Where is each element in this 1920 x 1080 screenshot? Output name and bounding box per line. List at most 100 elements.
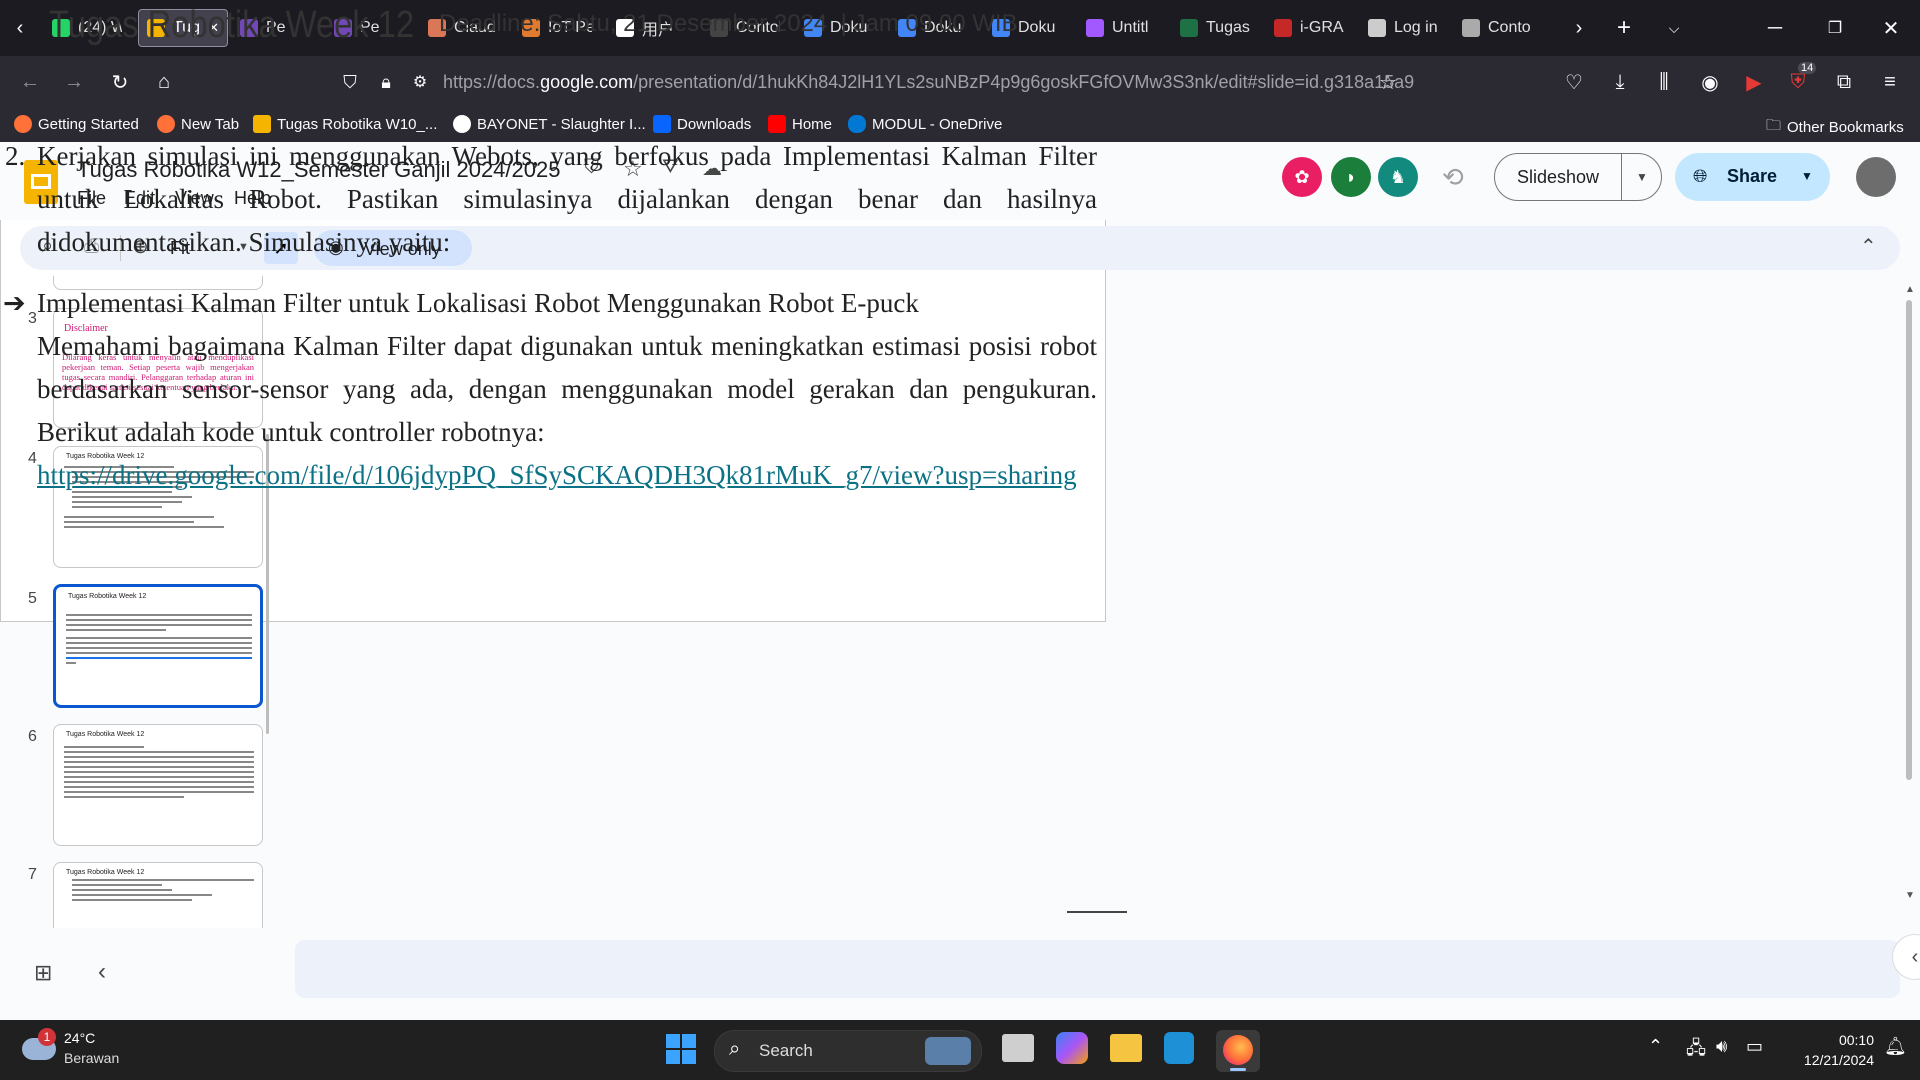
permissions-icon[interactable]: ⚙ (406, 68, 434, 96)
bookmark-home[interactable]: Home (768, 115, 832, 133)
collaborator-avatar-3[interactable]: ♞ (1378, 157, 1418, 197)
slide-heading: Tugas Robotika Week 12 (49, 4, 415, 46)
browser-tab[interactable]: Log in (1360, 9, 1446, 47)
bookmark-downloads[interactable]: Downloads (653, 115, 751, 133)
globe-icon: 🌐︎ (1693, 166, 1708, 186)
slide-number-4: 4 (28, 450, 37, 467)
browser-tab-label: Untitl (1112, 19, 1149, 36)
url-prefix: https://docs. (443, 71, 541, 92)
search-icon: ⌕ (729, 1038, 741, 1060)
slideshow-button[interactable]: Slideshow (1495, 154, 1622, 200)
telegram-app-icon[interactable] (1164, 1032, 1194, 1064)
speaker-notes-panel[interactable] (295, 940, 1900, 998)
slide-thumbnail-7[interactable]: Tugas Robotika Week 12 (53, 862, 263, 928)
library-icon[interactable]: ⫼ (1650, 68, 1678, 96)
network-icon[interactable]: 🖧︎ (1686, 1036, 1706, 1066)
taskbar-search-box[interactable]: ⌕ Search (714, 1030, 982, 1072)
weather-desc[interactable]: Berawan (64, 1050, 119, 1066)
show-hidden-icons[interactable]: ⌃ (1648, 1036, 1663, 1057)
clock-time[interactable]: 00:10 (1784, 1032, 1874, 1048)
weather-temp[interactable]: 24°C (64, 1030, 95, 1046)
list-all-tabs-icon[interactable]: ⌵ (1660, 14, 1688, 42)
battery-icon[interactable]: ▭ (1746, 1036, 1763, 1057)
chatgpt-icon (1462, 19, 1480, 37)
back-icon[interactable]: ← (16, 68, 44, 96)
close-window-icon[interactable]: ✕ (1876, 14, 1906, 42)
bookmark-getting-started[interactable]: Getting Started (14, 115, 139, 133)
igracias-icon (1274, 19, 1292, 37)
maximize-icon[interactable]: ❐ (1820, 14, 1850, 42)
file-explorer-icon[interactable] (1110, 1034, 1142, 1062)
tabs-scroll-right-icon[interactable]: › (1565, 14, 1593, 42)
list-number: 2. (5, 141, 26, 171)
browser-tab-label: Log in (1394, 19, 1438, 36)
resize-handle[interactable] (1067, 911, 1127, 913)
slideshow-dropdown-icon[interactable]: ▼ (1623, 154, 1661, 200)
scrollbar-thumb[interactable] (1906, 300, 1912, 780)
address-bar[interactable]: https://docs. google.com/presentation/d/1… (443, 64, 1513, 100)
bullet-description: Memahami bagaimana Kalman Filter dapat d… (37, 331, 1097, 447)
thumb-title: Tugas Robotika Week 12 (66, 731, 145, 738)
bullet-title: Implementasi Kalman Filter untuk Lokalis… (37, 288, 919, 318)
figma-icon (1086, 19, 1104, 37)
firefox-icon (1223, 1035, 1253, 1065)
collapse-toolbar-icon[interactable]: ⌃ (1860, 234, 1877, 259)
clock-date[interactable]: 12/21/2024 (1784, 1052, 1874, 1068)
minimize-icon[interactable]: ─ (1760, 14, 1790, 42)
folder-icon: 🗀 (1766, 117, 1782, 134)
browser-tab-label: Conto (1488, 19, 1531, 36)
controller-code-link[interactable]: https://drive.google.com/file/d/106jdypP… (37, 454, 1077, 497)
volume-icon[interactable]: 🔊︎ (1716, 1036, 1727, 1057)
collapse-filmstrip-icon[interactable]: ‹ (98, 958, 106, 986)
user-avatar[interactable] (1856, 157, 1896, 197)
share-button[interactable]: Share (1727, 166, 1777, 187)
menu-icon[interactable]: ≡ (1876, 68, 1904, 96)
other-bookmarks[interactable]: 🗀 Other Bookmarks (1766, 115, 1904, 140)
slide-thumbnail-6[interactable]: Tugas Robotika Week 12 (53, 724, 263, 846)
browser-tab-label: Doku (1018, 19, 1056, 36)
bookmark-tugas-robotika[interactable]: Tugas Robotika W10_... (253, 115, 437, 133)
task-view-icon[interactable] (1002, 1034, 1034, 1062)
github-icon (1368, 19, 1386, 37)
reload-icon[interactable]: ↻ (106, 68, 134, 96)
firefox-icon (14, 115, 32, 133)
slide-thumbnail-5-selected[interactable]: Tugas Robotika Week 12 (53, 584, 263, 708)
slides-icon (253, 115, 271, 133)
bookmark-new-tab[interactable]: New Tab (157, 115, 239, 133)
taskbar-search-label: Search (759, 1041, 813, 1060)
home-icon[interactable]: ⌂ (150, 68, 178, 96)
new-tab-icon[interactable]: + (1610, 14, 1638, 42)
browser-tab[interactable]: Tugas (1172, 9, 1258, 47)
notification-bell-icon[interactable]: 🔔︎ (1884, 1036, 1907, 1057)
collaborator-avatar-2[interactable]: ◗ (1331, 157, 1371, 197)
bookmark-bayonet[interactable]: BAYONET - Slaughter I... (453, 115, 646, 133)
bookmark-modul-onedrive[interactable]: MODUL - OneDrive (848, 115, 1002, 133)
firefox-taskbar-button[interactable] (1216, 1030, 1260, 1072)
copilot-icon[interactable] (1056, 1032, 1088, 1064)
excel-icon (1180, 19, 1198, 37)
extensions-icon[interactable]: ⧉ (1830, 68, 1858, 96)
grid-view-icon[interactable]: ⊞ (34, 960, 52, 986)
slide-scrollbar[interactable]: ▲ ▼ (1903, 284, 1915, 904)
tab-list-back-icon[interactable]: ‹ (6, 14, 34, 42)
lock-icon[interactable]: 🔒︎ (372, 68, 400, 96)
slide-number-6: 6 (28, 728, 37, 745)
account-icon[interactable]: ◉ (1696, 68, 1724, 96)
extension-badge: 14 (1798, 62, 1817, 74)
downloads-icon[interactable]: ⤓ (1606, 68, 1634, 96)
version-history-icon[interactable]: ⟲ (1442, 162, 1464, 193)
share-dropdown-icon[interactable]: ▼ (1801, 169, 1813, 183)
tracking-protection-icon[interactable]: ⛉ (336, 68, 364, 96)
collaborator-avatar-1[interactable]: ✿ (1282, 157, 1322, 197)
google-icon (453, 115, 471, 133)
windows-start-icon[interactable] (666, 1034, 696, 1064)
share-button-group: 🌐︎ Share ▼ (1675, 153, 1830, 201)
browser-tab[interactable]: i-GRA (1266, 9, 1352, 47)
browser-tab[interactable]: Untitl (1078, 9, 1164, 47)
pocket-icon[interactable]: ♡ (1560, 68, 1588, 96)
browser-tab[interactable]: Conto (1454, 9, 1540, 47)
slideshow-button-group: Slideshow ▼ (1494, 153, 1662, 201)
forward-icon[interactable]: → (60, 68, 88, 96)
slide-number-7: 7 (28, 866, 37, 883)
extension-youtube-icon[interactable]: ▶ (1740, 68, 1768, 96)
